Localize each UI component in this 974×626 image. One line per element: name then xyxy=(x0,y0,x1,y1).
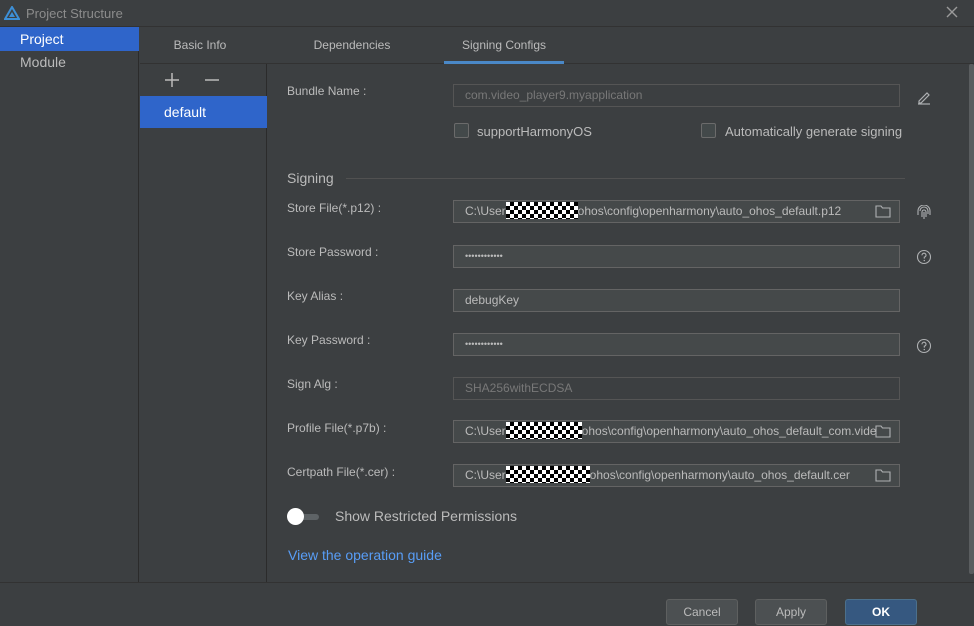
certpath-file-field[interactable]: C:\User ohos\config\openharmony\auto_ohos… xyxy=(453,464,900,487)
help-icon[interactable] xyxy=(916,338,932,354)
folder-icon[interactable] xyxy=(875,424,891,438)
config-item-default[interactable]: default xyxy=(140,96,267,128)
profile-file-path-suffix: ohos\config\openharmony\auto_ohos_defaul… xyxy=(581,424,877,438)
edit-icon[interactable] xyxy=(916,89,932,105)
support-harmonyos-checkbox[interactable] xyxy=(454,123,469,138)
cancel-button[interactable]: Cancel xyxy=(666,599,738,625)
nav-item-module[interactable]: Module xyxy=(0,50,139,74)
store-file-label: Store File(*.p12) : xyxy=(287,201,382,215)
tab-dependencies[interactable]: Dependencies xyxy=(270,27,434,64)
redaction-mask xyxy=(505,202,578,219)
certpath-file-label: Certpath File(*.cer) : xyxy=(287,465,396,479)
list-toolbar xyxy=(140,64,267,96)
remove-icon[interactable] xyxy=(202,70,222,90)
key-alias-label: Key Alias : xyxy=(287,289,344,303)
certpath-file-path-suffix: ohos\config\openharmony\auto_ohos_defaul… xyxy=(589,468,850,482)
store-password-field[interactable]: •••••••••••• xyxy=(453,245,900,268)
profile-file-field[interactable]: C:\User ohos\config\openharmony\auto_ohos… xyxy=(453,420,900,443)
store-file-field[interactable]: C:\User ohos\config\openharmony\auto_ohos… xyxy=(453,200,900,223)
restricted-permissions-label: Show Restricted Permissions xyxy=(335,508,518,524)
signing-form: Bundle Name : com.video_player9.myapplic… xyxy=(268,64,968,582)
auto-generate-signing-checkbox[interactable] xyxy=(701,123,716,138)
ok-button[interactable]: OK xyxy=(845,599,917,625)
close-icon[interactable] xyxy=(944,4,960,20)
redaction-mask xyxy=(505,422,582,439)
title-bar: Project Structure xyxy=(0,0,974,27)
sign-alg-label: Sign Alg : xyxy=(287,377,338,391)
vertical-scrollbar[interactable] xyxy=(969,64,974,574)
store-password-label: Store Password : xyxy=(287,245,379,259)
key-alias-field[interactable]: debugKey xyxy=(453,289,900,312)
dialog-footer: Cancel Apply OK xyxy=(0,582,974,626)
key-password-label: Key Password : xyxy=(287,333,371,347)
app-logo-icon xyxy=(4,6,20,20)
support-harmonyos-label: supportHarmonyOS xyxy=(477,124,592,139)
section-divider xyxy=(346,178,905,179)
folder-icon[interactable] xyxy=(875,204,891,218)
store-file-path-prefix: C:\User xyxy=(465,204,506,218)
help-icon[interactable] xyxy=(916,249,932,265)
bundle-name-label: Bundle Name : xyxy=(287,84,367,98)
key-password-field[interactable]: •••••••••••• xyxy=(453,333,900,356)
toggle-knob xyxy=(287,508,304,525)
left-nav: Project Module xyxy=(0,27,139,582)
certpath-file-path-prefix: C:\User xyxy=(465,468,506,482)
tab-signing-configs[interactable]: Signing Configs xyxy=(444,27,564,64)
operation-guide-link[interactable]: View the operation guide xyxy=(288,547,442,563)
signing-config-list: default xyxy=(140,64,267,582)
redaction-mask xyxy=(505,466,590,483)
profile-file-path-prefix: C:\User xyxy=(465,424,506,438)
tab-basic-info[interactable]: Basic Info xyxy=(140,27,260,64)
nav-item-project[interactable]: Project xyxy=(0,27,139,51)
signing-section-title: Signing xyxy=(287,170,334,186)
tab-bar: Basic Info Dependencies Signing Configs xyxy=(140,27,974,64)
bundle-name-field: com.video_player9.myapplication xyxy=(453,84,900,107)
restricted-permissions-toggle[interactable] xyxy=(287,508,319,525)
window-title: Project Structure xyxy=(26,6,123,21)
store-file-path-suffix: ohos\config\openharmony\auto_ohos_defaul… xyxy=(577,204,842,218)
apply-button[interactable]: Apply xyxy=(755,599,827,625)
sign-alg-field: SHA256withECDSA xyxy=(453,377,900,400)
folder-icon[interactable] xyxy=(875,468,891,482)
fingerprint-icon[interactable] xyxy=(916,205,932,221)
add-icon[interactable] xyxy=(162,70,182,90)
auto-generate-signing-label: Automatically generate signing xyxy=(725,124,903,139)
profile-file-label: Profile File(*.p7b) : xyxy=(287,421,387,435)
